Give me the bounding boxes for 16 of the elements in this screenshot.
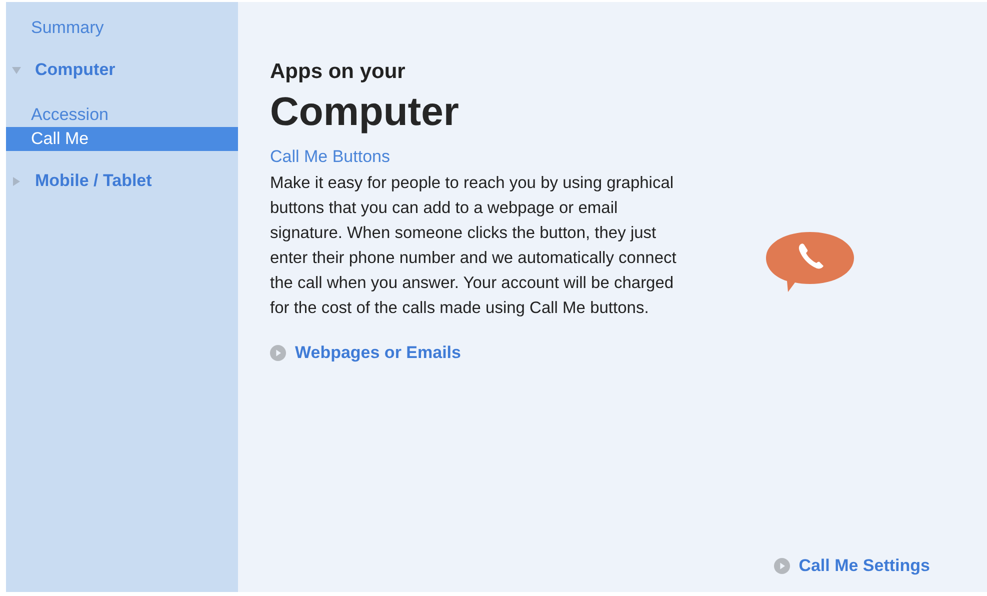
collapse-triangle-icon[interactable]: [12, 66, 21, 74]
section-link[interactable]: Call Me Buttons: [270, 147, 390, 167]
sidebar-group-header[interactable]: Mobile / Tablet: [6, 171, 238, 191]
sidebar-group-header[interactable]: Computer: [6, 60, 238, 80]
webpages-link[interactable]: Webpages or Emails: [270, 343, 461, 363]
page-title: Computer: [270, 90, 460, 135]
page-subtitle: Apps on your: [270, 60, 406, 84]
expand-triangle-icon[interactable]: [12, 176, 21, 186]
sidebar-item[interactable]: Summary: [6, 16, 238, 40]
play-icon: [774, 558, 790, 574]
phone-chat-bubble-icon: [764, 230, 856, 294]
sidebar-item[interactable]: Call Me: [6, 127, 238, 151]
description-text: Make it easy for people to reach you by using graphical buttons that you can add to a webpage or email signature. When someone clicks the button, they just enter their phone number and we automatically connect the call when you answer. Your account will be charged for the cost of the calls made using Call Me buttons.: [270, 173, 678, 319]
play-icon: [270, 345, 286, 361]
sidebar-item[interactable]: Accession: [6, 103, 238, 127]
settings-link[interactable]: Call Me Settings: [774, 556, 930, 576]
